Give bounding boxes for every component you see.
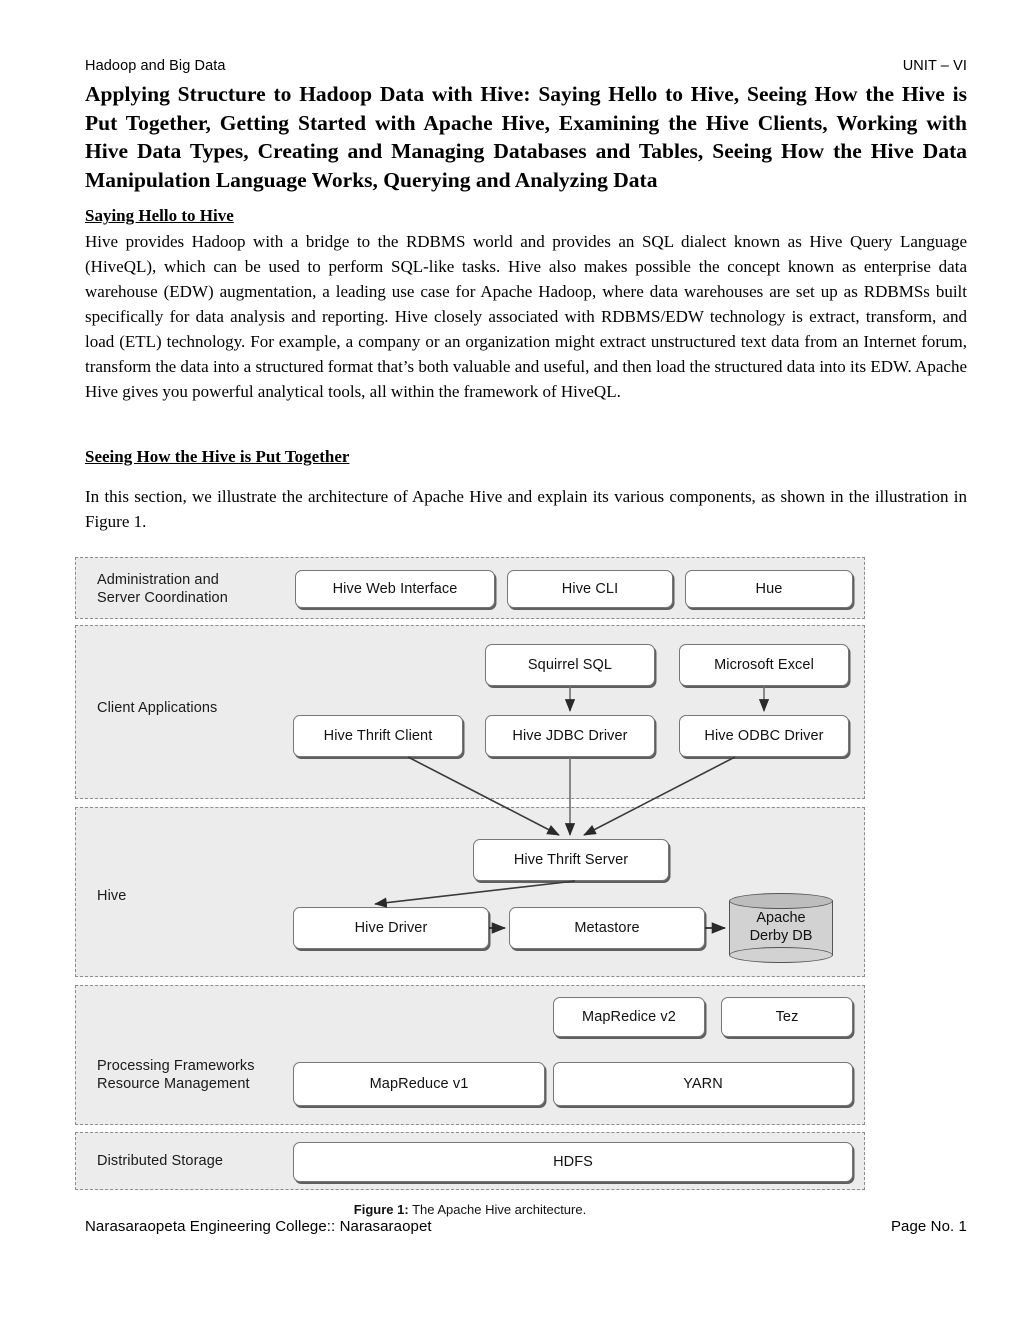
node-microsoft-excel[interactable]: Microsoft Excel [679,643,849,686]
node-label-apache-derby-db: Apache Derby DB [749,910,813,944]
node-hive-thrift-client[interactable]: Hive Thrift Client [293,714,463,757]
figure-caption-label: Figure 1: [353,1201,409,1217]
footer-page-number: Page No. 1 [890,1218,967,1235]
page-title: Applying Structure to Hadoop Data with H… [85,82,967,192]
running-head-right: UNIT – VI [902,58,967,74]
figure-apache-hive-architecture: Administration and Server Coordination H… [75,556,865,1217]
document-page: Hadoop and Big Data UNIT – VI Applying S… [0,0,1020,1320]
node-apache-derby-db[interactable]: Apache Derby DB [729,892,833,963]
band-label-processing-frameworks: Processing Frameworks Resource Managemen… [97,1057,255,1093]
node-hive-thrift-server[interactable]: Hive Thrift Server [473,838,669,881]
band-label-client-applications: Client Applications [97,699,218,716]
node-mapreduce-v1[interactable]: MapReduce v1 [293,1061,545,1106]
node-hdfs[interactable]: HDFS [293,1141,853,1182]
section-heading-seeing-how-the-hive-is-put-together: Seeing How the Hive is Put Together [85,447,350,467]
node-hue[interactable]: Hue [685,569,853,608]
node-yarn[interactable]: YARN [553,1061,853,1106]
node-hive-jdbc-driver[interactable]: Hive JDBC Driver [485,714,655,757]
page-footer: Narasaraopeta Engineering College:: Nara… [85,1218,967,1235]
band-label-administration: Administration and Server Coordination [97,571,228,607]
running-head-left: Hadoop and Big Data [85,58,226,74]
architecture-diagram: Administration and Server Coordination H… [75,556,865,1190]
running-head: Hadoop and Big Data UNIT – VI [85,58,967,74]
section-body-seeing-how-the-hive-is-put-together: In this section, we illustrate the archi… [85,486,967,531]
node-mapredice-v2[interactable]: MapRedice v2 [553,996,705,1037]
node-hive-odbc-driver[interactable]: Hive ODBC Driver [679,714,849,757]
page-content: Hadoop and Big Data UNIT – VI Applying S… [75,58,967,1217]
node-squirrel-sql[interactable]: Squirrel SQL [485,643,655,686]
section-heading-saying-hello-to-hive: Saying Hello to Hive [85,206,234,226]
node-tez[interactable]: Tez [721,996,853,1037]
band-label-distributed-storage: Distributed Storage [97,1152,224,1169]
footer-institution: Narasaraopeta Engineering College:: Nara… [85,1218,432,1235]
node-hive-cli[interactable]: Hive CLI [507,569,673,608]
section-body-saying-hello-to-hive: Hive provides Hadoop with a bridge to th… [85,232,967,402]
figure-caption-text: The Apache Hive architecture. [408,1201,587,1217]
node-hive-driver[interactable]: Hive Driver [293,906,489,949]
band-label-hive: Hive [97,887,127,904]
node-metastore[interactable]: Metastore [509,906,705,949]
node-hive-web-interface[interactable]: Hive Web Interface [295,569,495,608]
figure-caption: Figure 1: The Apache Hive architecture. [75,1202,865,1217]
